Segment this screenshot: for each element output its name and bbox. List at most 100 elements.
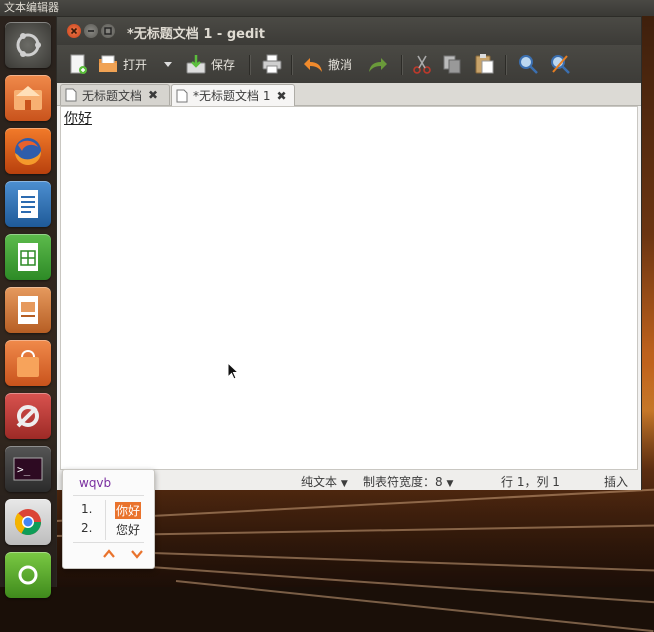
impress-launcher[interactable]: [5, 287, 51, 333]
dash-button[interactable]: [5, 22, 51, 68]
shopping-bag-icon: [17, 350, 39, 377]
chevron-down-icon: ▼: [340, 479, 348, 489]
writer-launcher[interactable]: [5, 181, 51, 227]
firefox-launcher[interactable]: [5, 128, 51, 174]
undo-icon: [304, 58, 322, 72]
calc-launcher[interactable]: [5, 234, 51, 280]
launcher: >_: [0, 16, 57, 598]
minimize-window-button[interactable]: [84, 24, 98, 38]
new-document-icon: [70, 54, 87, 74]
chrome-launcher[interactable]: [5, 499, 51, 545]
ime-candidate[interactable]: 1. 你好: [81, 502, 142, 519]
libreoffice-writer-icon: [18, 190, 38, 218]
app-launcher[interactable]: [5, 552, 51, 598]
language-selector[interactable]: 纯文本 ▼: [301, 473, 348, 490]
cut-button[interactable]: [411, 52, 437, 76]
tab-bar: 无标题文档 ✖ *无标题文档 1 ✖: [57, 83, 641, 106]
home-folder-icon: [14, 86, 42, 110]
ime-input-code: wqvb: [79, 476, 112, 490]
paste-icon: [475, 54, 494, 74]
paste-button[interactable]: [473, 52, 499, 76]
chrome-icon: [14, 509, 42, 536]
page-up-icon[interactable]: [101, 546, 117, 562]
editor-content: 你好: [64, 111, 92, 127]
active-app-title: 文本编辑器: [4, 1, 59, 14]
system-settings-launcher[interactable]: [5, 393, 51, 439]
window-titlebar[interactable]: *无标题文档 1 - gedit: [57, 17, 641, 45]
search-replace-button[interactable]: [549, 52, 575, 76]
document-icon: [176, 89, 188, 102]
gedit-window: *无标题文档 1 - gedit 打开 保存 撤消 无标题文档 ✖ *无标题文档…: [56, 16, 642, 490]
maximize-icon: [104, 27, 112, 35]
terminal-launcher[interactable]: >_: [5, 446, 51, 492]
firefox-icon: [15, 138, 42, 166]
redo-icon: [369, 58, 387, 72]
tab-width-selector[interactable]: 制表符宽度：8 ▼: [363, 473, 453, 490]
insert-mode: 插入: [604, 475, 629, 489]
language-label: 纯文本: [301, 475, 338, 489]
new-document-button[interactable]: [67, 52, 93, 76]
maximize-window-button[interactable]: [101, 24, 115, 38]
printer-icon: [262, 54, 282, 74]
toolbar-separator: [249, 55, 251, 75]
document-icon: [65, 88, 77, 102]
save-label: 保存: [211, 57, 236, 72]
tab-label: *无标题文档 1: [193, 89, 271, 103]
ubuntu-one-icon: [18, 565, 38, 585]
redo-button[interactable]: [367, 52, 393, 76]
chevron-down-icon: [164, 62, 172, 67]
undo-label: 撤消: [328, 57, 353, 72]
candidate-word: 你好: [115, 502, 142, 519]
cursor-position: 行 1，列 1: [501, 475, 560, 489]
open-button[interactable]: 打开: [97, 52, 147, 76]
tab-width-label: 制表符宽度：8: [363, 475, 443, 489]
divider: [105, 500, 106, 540]
ime-candidate-popup: wqvb 1. 你好 2. 您好: [62, 469, 155, 569]
divider: [73, 495, 144, 496]
text-editor-area[interactable]: 你好: [60, 106, 638, 470]
tab-untitled-document-1[interactable]: *无标题文档 1 ✖: [171, 84, 295, 106]
save-icon: [186, 55, 206, 74]
search-icon: [519, 55, 538, 74]
page-down-icon[interactable]: [129, 546, 145, 562]
search-replace-icon: [551, 55, 570, 74]
chevron-down-icon: ▼: [446, 479, 454, 489]
tab-label: 无标题文档: [82, 88, 143, 103]
close-icon: [70, 27, 78, 35]
terminal-icon: >_: [13, 457, 43, 481]
close-tab-icon[interactable]: ✖: [276, 89, 286, 103]
candidate-word: 您好: [116, 523, 141, 537]
open-folder-icon: [99, 55, 117, 72]
close-window-button[interactable]: [67, 24, 81, 38]
candidate-index: 1.: [81, 502, 93, 516]
toolbar-separator: [291, 55, 293, 75]
ime-candidate[interactable]: 2. 您好: [81, 521, 140, 537]
save-button[interactable]: 保存: [185, 52, 235, 76]
minimize-icon: [88, 30, 94, 32]
svg-text:>_: >_: [17, 463, 31, 476]
scissors-icon: [413, 55, 431, 74]
toolbar: 打开 保存 撤消: [57, 45, 641, 83]
wrench-icon: [16, 405, 39, 428]
ubuntu-logo-icon: [16, 33, 41, 57]
search-button[interactable]: [517, 52, 543, 76]
top-panel: 文本编辑器: [0, 0, 654, 16]
open-recent-dropdown[interactable]: [163, 52, 177, 76]
mouse-pointer-icon: [227, 362, 239, 380]
undo-button[interactable]: 撤消: [302, 52, 352, 76]
tab-untitled-document[interactable]: 无标题文档 ✖: [60, 84, 170, 105]
close-tab-icon[interactable]: ✖: [148, 88, 158, 102]
libreoffice-calc-icon: [18, 243, 38, 271]
home-folder-launcher[interactable]: [5, 75, 51, 121]
print-button[interactable]: [261, 52, 287, 76]
copy-icon: [443, 55, 461, 74]
libreoffice-impress-icon: [18, 296, 38, 324]
toolbar-separator: [401, 55, 403, 75]
copy-button[interactable]: [441, 52, 467, 76]
window-title: *无标题文档 1 - gedit: [127, 27, 265, 42]
open-label: 打开: [123, 57, 148, 72]
candidate-index: 2.: [81, 521, 93, 535]
software-center-launcher[interactable]: [5, 340, 51, 386]
toolbar-separator: [505, 55, 507, 75]
divider: [73, 542, 144, 543]
